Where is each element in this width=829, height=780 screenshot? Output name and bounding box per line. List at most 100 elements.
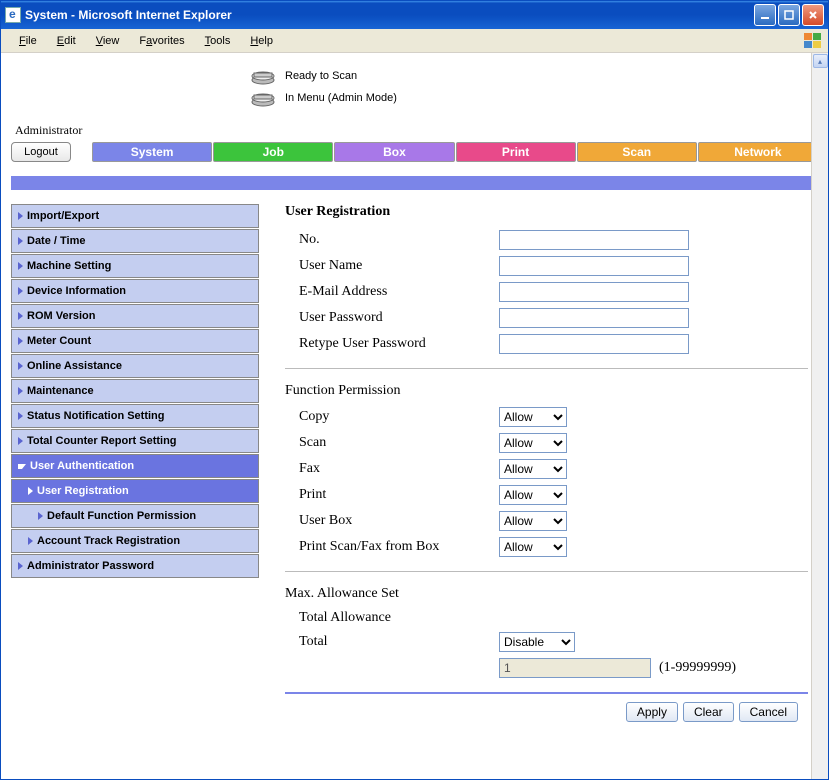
scroll-up-icon[interactable]: ▴ — [813, 54, 828, 68]
no-input[interactable] — [499, 230, 689, 250]
retype-password-input[interactable] — [499, 334, 689, 354]
cancel-button[interactable]: Cancel — [739, 702, 798, 722]
sidebar-label: User Registration — [37, 485, 129, 497]
tab-network[interactable]: Network — [698, 142, 818, 162]
chevron-down-icon — [18, 464, 26, 469]
label-scan: Scan — [285, 435, 499, 451]
chevron-right-icon — [18, 387, 23, 395]
maximize-button[interactable] — [778, 4, 800, 26]
sidebar-label: Date / Time — [27, 235, 86, 247]
sidebar-item-online-assistance[interactable]: Online Assistance — [11, 354, 259, 378]
sidebar-item-import-export[interactable]: Import/Export — [11, 204, 259, 228]
chevron-right-icon — [28, 487, 33, 495]
user-box-select[interactable]: Allow — [499, 511, 567, 531]
label-email: E-Mail Address — [285, 284, 499, 300]
menu-edit[interactable]: Edit — [49, 33, 84, 49]
menu-tools[interactable]: Tools — [197, 33, 239, 49]
scan-select[interactable]: Allow — [499, 433, 567, 453]
vertical-scrollbar[interactable]: ▴ — [811, 53, 828, 779]
chevron-right-icon — [28, 537, 33, 545]
minimize-button[interactable] — [754, 4, 776, 26]
sidebar-item-administrator-password[interactable]: Administrator Password — [11, 554, 259, 578]
chevron-right-icon — [18, 262, 23, 270]
close-button[interactable] — [802, 4, 824, 26]
window-frame: System - Microsoft Internet Explorer Fil… — [0, 0, 829, 780]
menu-favorites[interactable]: Favorites — [131, 33, 192, 49]
fax-select[interactable]: Allow — [499, 459, 567, 479]
divider-bar — [11, 176, 818, 190]
status-ready: Ready to Scan — [285, 70, 357, 82]
tab-print[interactable]: Print — [456, 142, 576, 162]
sidebar-label: Account Track Registration — [37, 535, 180, 547]
windows-flag-icon — [804, 33, 822, 49]
content-area: ▴ Ready to Scan In Menu (Admin Mode) Adm… — [1, 53, 828, 779]
sidebar-item-device-information[interactable]: Device Information — [11, 279, 259, 303]
sidebar-label: Online Assistance — [27, 360, 122, 372]
sidebar: Import/Export Date / Time Machine Settin… — [11, 204, 259, 722]
sidebar-item-total-counter-report[interactable]: Total Counter Report Setting — [11, 429, 259, 453]
sidebar-item-meter-count[interactable]: Meter Count — [11, 329, 259, 353]
scanner-icon — [251, 67, 275, 85]
sidebar-label: Meter Count — [27, 335, 91, 347]
main-layout: Import/Export Date / Time Machine Settin… — [11, 204, 818, 722]
sidebar-item-account-track-registration[interactable]: Account Track Registration — [11, 529, 259, 553]
tab-system[interactable]: System — [92, 142, 212, 162]
total-select[interactable]: Disable — [499, 632, 575, 652]
total-range: (1-99999999) — [659, 660, 736, 676]
total-value-input — [499, 658, 651, 678]
copy-select[interactable]: Allow — [499, 407, 567, 427]
print-scan-fax-box-select[interactable]: Allow — [499, 537, 567, 557]
tab-row: Logout System Job Box Print Scan Network — [11, 142, 818, 162]
sidebar-item-date-time[interactable]: Date / Time — [11, 229, 259, 253]
menu-help[interactable]: Help — [242, 33, 281, 49]
label-user-name: User Name — [285, 258, 499, 274]
sidebar-item-status-notification[interactable]: Status Notification Setting — [11, 404, 259, 428]
titlebar: System - Microsoft Internet Explorer — [1, 1, 828, 29]
chevron-right-icon — [18, 437, 23, 445]
separator-blue — [285, 692, 808, 694]
tab-job[interactable]: Job — [213, 142, 333, 162]
chevron-right-icon — [18, 237, 23, 245]
menu-file[interactable]: File — [11, 33, 45, 49]
clear-button[interactable]: Clear — [683, 702, 734, 722]
menu-fav-label: vorites — [152, 35, 184, 47]
label-no: No. — [285, 232, 499, 248]
window-buttons — [754, 4, 824, 26]
chevron-right-icon — [18, 562, 23, 570]
sidebar-item-rom-version[interactable]: ROM Version — [11, 304, 259, 328]
password-input[interactable] — [499, 308, 689, 328]
menu-file-label: ile — [26, 35, 37, 47]
sidebar-item-maintenance[interactable]: Maintenance — [11, 379, 259, 403]
menu-view-label: iew — [103, 35, 120, 47]
button-row: Apply Clear Cancel — [285, 702, 808, 722]
tab-scan[interactable]: Scan — [577, 142, 697, 162]
sidebar-label: Default Function Permission — [47, 510, 196, 522]
label-user-box: User Box — [285, 513, 499, 529]
logout-button[interactable]: Logout — [11, 142, 71, 162]
sidebar-label: Total Counter Report Setting — [27, 435, 177, 447]
label-fax: Fax — [285, 461, 499, 477]
ie-icon — [5, 7, 21, 23]
sidebar-item-user-authentication[interactable]: User Authentication — [11, 454, 259, 478]
separator — [285, 571, 808, 572]
menu-view[interactable]: View — [88, 33, 128, 49]
sidebar-label: Administrator Password — [27, 560, 154, 572]
email-input[interactable] — [499, 282, 689, 302]
chevron-right-icon — [38, 512, 43, 520]
label-print-scan-fax-from-box: Print Scan/Fax from Box — [285, 539, 499, 555]
tab-box[interactable]: Box — [334, 142, 454, 162]
sidebar-label: Maintenance — [27, 385, 94, 397]
total-allowance-subtitle: Total Allowance — [285, 610, 808, 626]
sidebar-label: Status Notification Setting — [27, 410, 165, 422]
menu-edit-label: dit — [64, 35, 76, 47]
label-password: User Password — [285, 310, 499, 326]
sidebar-item-default-function-permission[interactable]: Default Function Permission — [11, 504, 259, 528]
sidebar-item-machine-setting[interactable]: Machine Setting — [11, 254, 259, 278]
window-title: System - Microsoft Internet Explorer — [25, 8, 754, 22]
print-select[interactable]: Allow — [499, 485, 567, 505]
chevron-right-icon — [18, 337, 23, 345]
user-name-input[interactable] — [499, 256, 689, 276]
chevron-right-icon — [18, 312, 23, 320]
apply-button[interactable]: Apply — [626, 702, 678, 722]
sidebar-item-user-registration[interactable]: User Registration — [11, 479, 259, 503]
